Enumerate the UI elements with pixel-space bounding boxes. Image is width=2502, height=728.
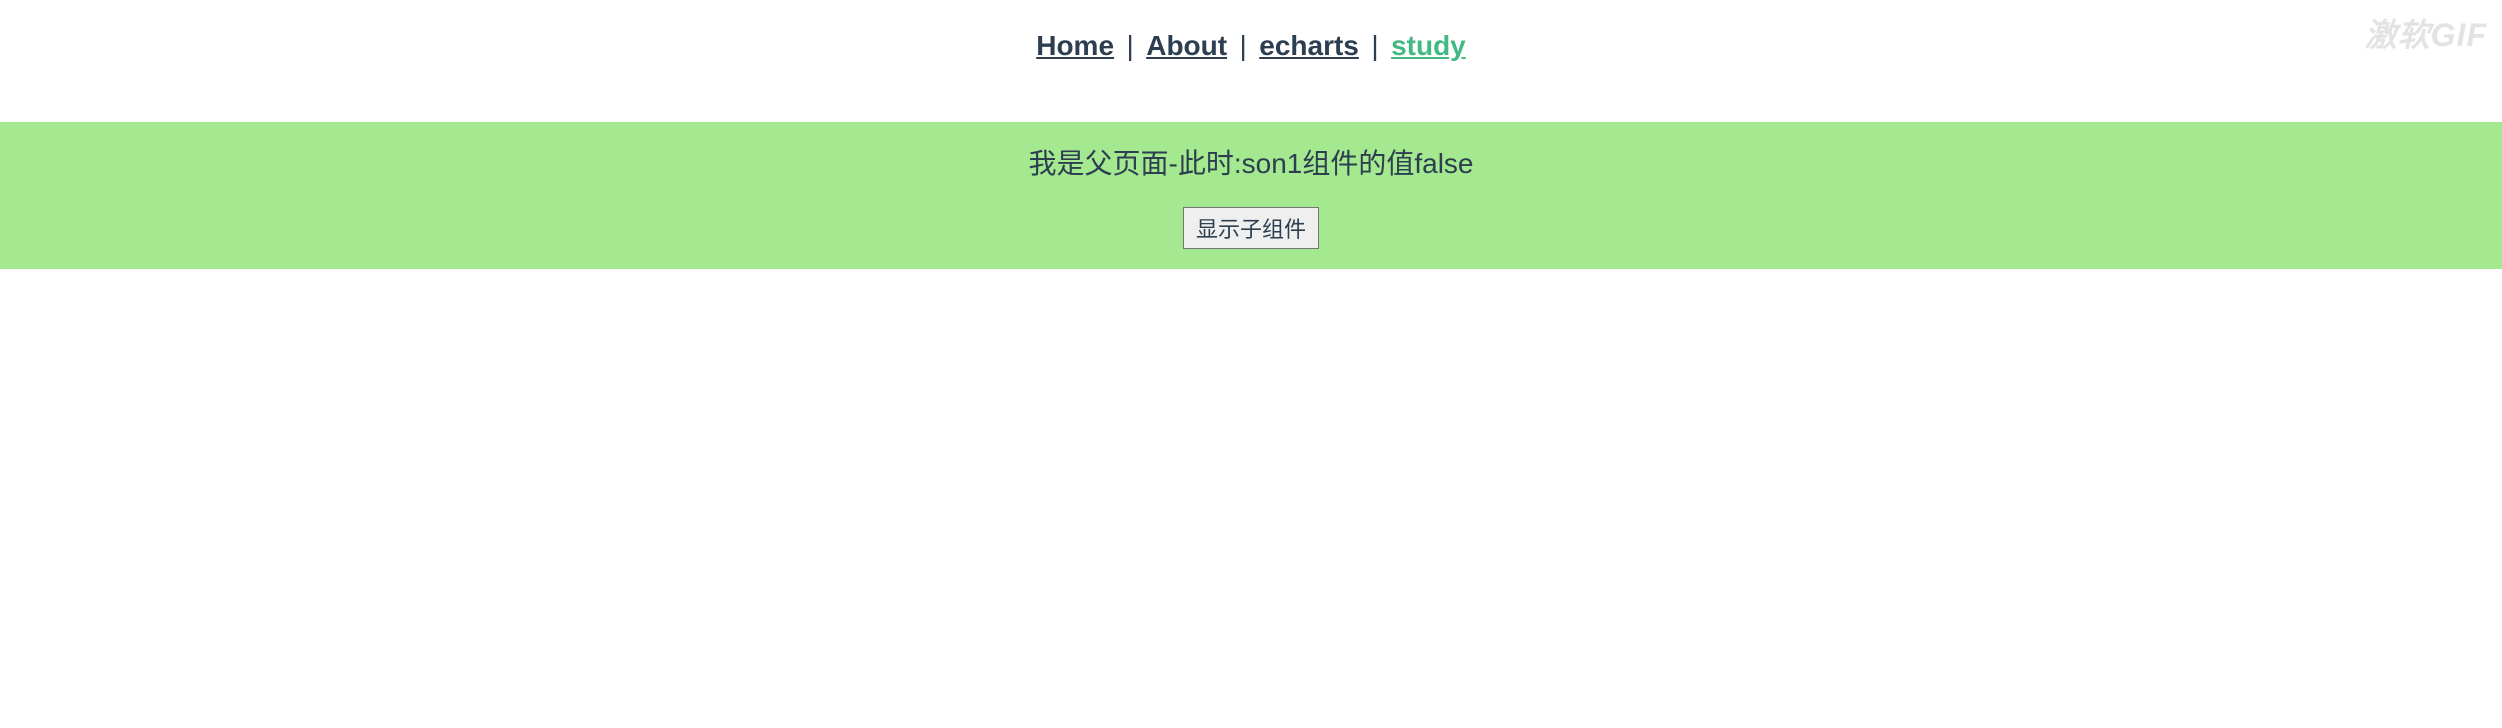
nav-link-study[interactable]: study <box>1391 30 1466 61</box>
panel-title-text: 我是父页面-此时:son1组件的值false <box>0 142 2502 182</box>
show-child-component-button[interactable]: 显示子组件 <box>1183 207 1319 249</box>
nav-link-about[interactable]: About <box>1146 30 1227 61</box>
watermark-text: 激软GIF <box>2365 10 2487 56</box>
navigation-bar: Home | About | echarts | study <box>0 0 2502 92</box>
nav-link-echarts[interactable]: echarts <box>1259 30 1359 61</box>
parent-page-panel: 我是父页面-此时:son1组件的值false 显示子组件 <box>0 122 2502 269</box>
nav-separator: | <box>1371 30 1378 61</box>
nav-separator: | <box>1126 30 1133 61</box>
nav-link-home[interactable]: Home <box>1036 30 1114 61</box>
nav-separator: | <box>1240 30 1247 61</box>
